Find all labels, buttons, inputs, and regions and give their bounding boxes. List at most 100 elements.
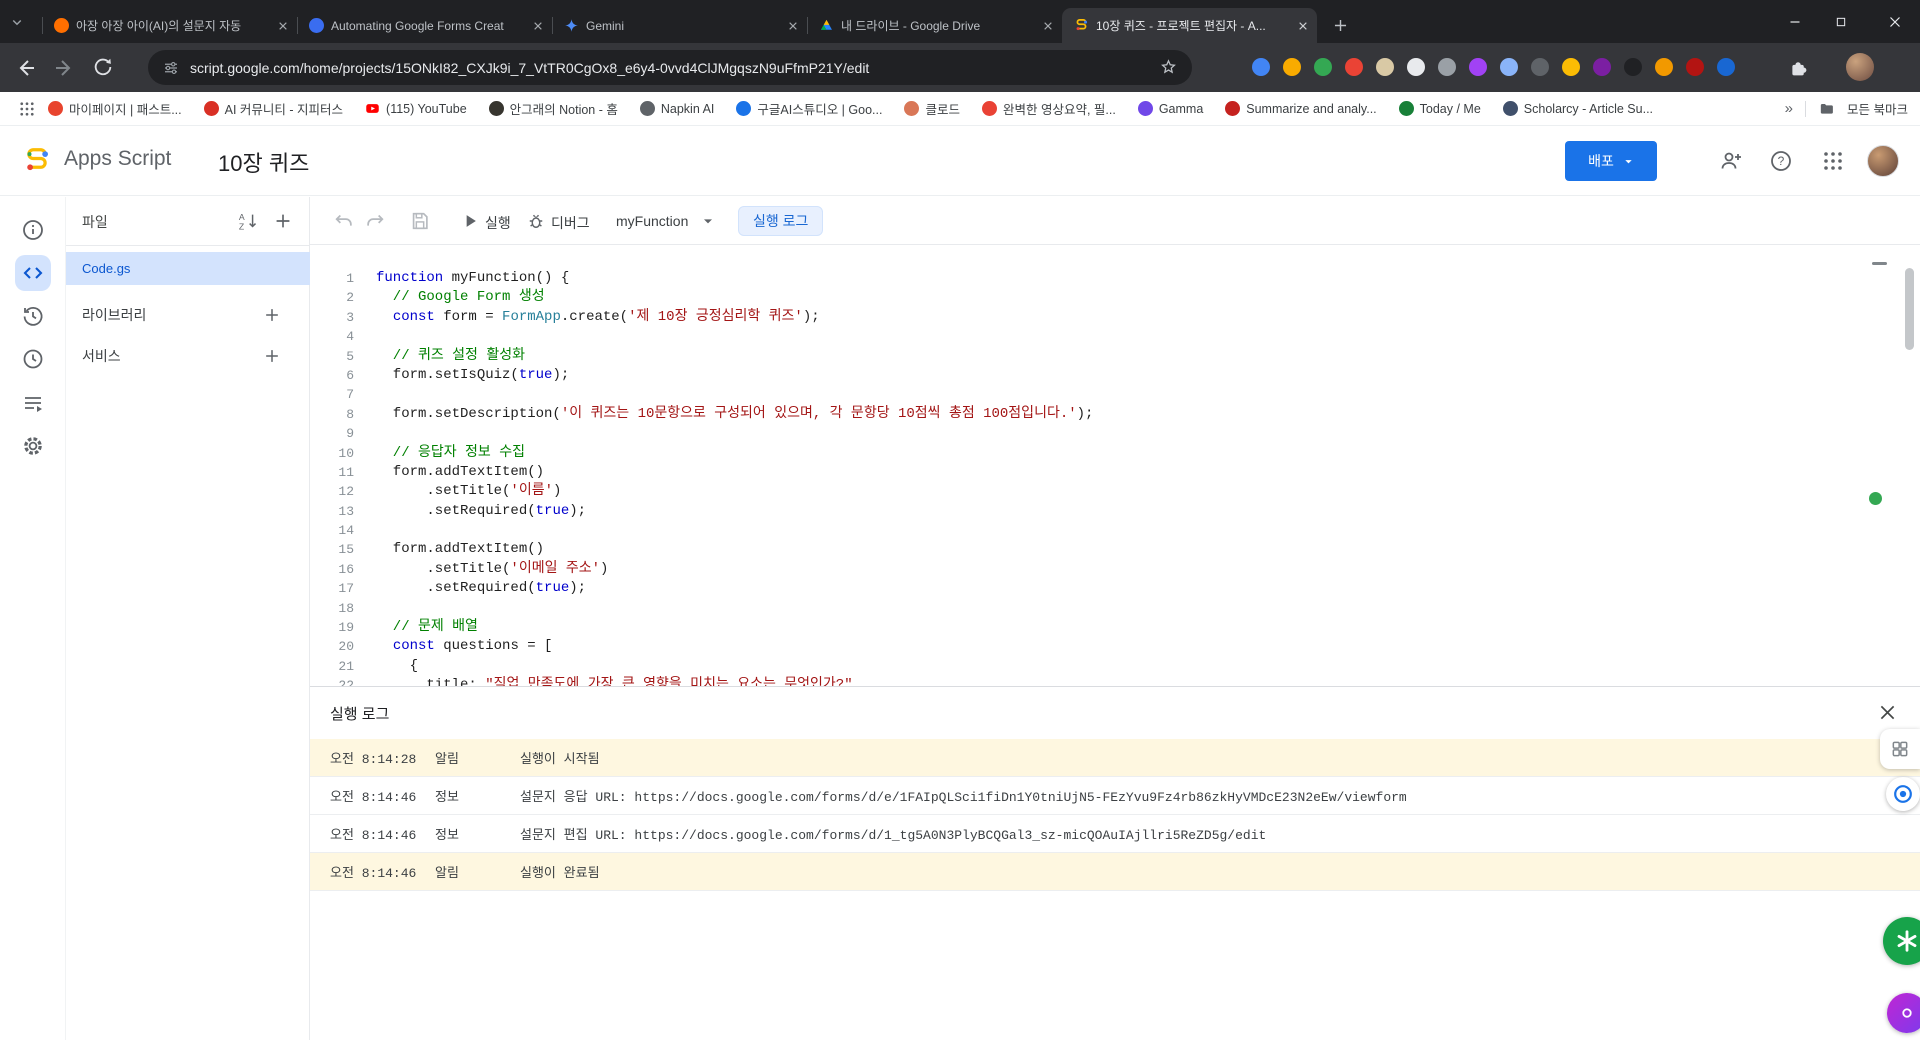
overview-info-icon[interactable] (21, 218, 45, 242)
code-line[interactable]: 22 title: "직업 만족도에 가장 큰 영향을 미치는 요소는 무엇인가… (310, 676, 1920, 686)
extension-icon[interactable] (1655, 58, 1673, 76)
code-line[interactable]: 9 (310, 424, 1920, 443)
line-number[interactable]: 7 (310, 385, 354, 404)
line-number[interactable]: 3 (310, 308, 354, 327)
editor-collapse-icon[interactable] (1872, 262, 1887, 265)
code-line[interactable]: 2 // Google Form 생성 (310, 288, 1920, 307)
line-number[interactable]: 19 (310, 618, 354, 637)
code-line[interactable]: 20 const questions = [ (310, 637, 1920, 656)
tab-search-icon[interactable] (8, 13, 26, 31)
line-number[interactable]: 14 (310, 521, 354, 540)
editor-code-icon[interactable] (21, 261, 45, 285)
code-line[interactable]: 10 // 응답자 정보 수집 (310, 444, 1920, 463)
browser-tab[interactable]: 아장 아장 아이(AI)의 설문지 자동 (42, 8, 297, 43)
line-number[interactable]: 10 (310, 444, 354, 463)
apps-script-logo-icon[interactable] (22, 146, 52, 176)
file-item-codegs[interactable]: Code.gs (66, 252, 310, 285)
extension-icon[interactable] (1438, 58, 1456, 76)
tab-close-icon[interactable] (785, 18, 801, 34)
log-close-icon[interactable] (1877, 702, 1898, 723)
code-line[interactable]: 5 // 퀴즈 설정 활성화 (310, 347, 1920, 366)
extension-icon[interactable] (1407, 58, 1425, 76)
extension-icon[interactable] (1252, 58, 1270, 76)
line-number[interactable]: 16 (310, 560, 354, 579)
address-bar[interactable]: script.google.com/home/projects/15ONkI82… (148, 50, 1192, 85)
account-avatar[interactable] (1867, 145, 1899, 177)
bookmark-item[interactable]: (115) YouTube (365, 101, 467, 116)
line-number[interactable]: 13 (310, 502, 354, 521)
add-file-icon[interactable] (272, 210, 294, 232)
code-line[interactable]: 6 form.setIsQuiz(true); (310, 366, 1920, 385)
editor-scrollbar-thumb[interactable] (1905, 268, 1914, 350)
extension-icon[interactable] (1531, 58, 1549, 76)
all-bookmarks-label[interactable]: 모든 북마크 (1847, 99, 1908, 118)
run-play-icon[interactable] (460, 211, 482, 233)
deploy-button[interactable]: 배포 (1565, 141, 1657, 181)
project-history-icon[interactable] (21, 304, 45, 328)
browser-tab[interactable]: 10장 퀴즈 - 프로젝트 편집자 - A... (1062, 8, 1317, 43)
url-text[interactable]: script.google.com/home/projects/15ONkI82… (190, 60, 1159, 76)
extension-icon[interactable] (1686, 58, 1704, 76)
code-line[interactable]: 13 .setRequired(true); (310, 502, 1920, 521)
code-line[interactable]: 19 // 문제 배열 (310, 618, 1920, 637)
app-name[interactable]: Apps Script (64, 147, 171, 171)
line-number[interactable]: 21 (310, 657, 354, 676)
project-title[interactable]: 10장 퀴즈 (218, 146, 309, 178)
execution-log-toggle[interactable]: 실행 로그 (738, 206, 824, 236)
code-line[interactable]: 14 (310, 521, 1920, 540)
browser-tab[interactable]: Automating Google Forms Creat (297, 8, 552, 43)
code-line[interactable]: 18 (310, 599, 1920, 618)
reload-icon[interactable] (92, 56, 116, 80)
save-icon[interactable] (409, 210, 431, 232)
line-number[interactable]: 22 (310, 676, 354, 686)
line-number[interactable]: 18 (310, 599, 354, 618)
extension-icon[interactable] (1593, 58, 1611, 76)
extension-icon[interactable] (1345, 58, 1363, 76)
code-line[interactable]: 12 .setTitle('이름') (310, 482, 1920, 501)
browser-profile-avatar[interactable] (1846, 53, 1874, 81)
floating-extension-icon[interactable] (1886, 777, 1920, 811)
executions-list-icon[interactable] (21, 392, 45, 416)
function-caret-down-icon[interactable] (700, 213, 722, 235)
tab-close-icon[interactable] (1295, 18, 1311, 34)
debug-button[interactable]: 디버그 (551, 213, 590, 233)
line-number[interactable]: 8 (310, 405, 354, 424)
line-number[interactable]: 9 (310, 424, 354, 443)
project-settings-gear-icon[interactable] (21, 434, 45, 458)
code-line[interactable]: 4 (310, 327, 1920, 346)
bookmark-item[interactable]: 클로드 (904, 99, 960, 118)
window-minimize-button[interactable] (1772, 0, 1818, 43)
bookmark-item[interactable]: Scholarcy - Article Su... (1502, 101, 1653, 116)
line-number[interactable]: 1 (310, 269, 354, 288)
bookmark-star-icon[interactable] (1159, 58, 1178, 77)
sidebar-extension-handle[interactable] (1880, 729, 1920, 769)
bookmark-item[interactable]: 안그래의 Notion - 홈 (488, 99, 618, 118)
bookmarks-overflow-icon[interactable]: » (1785, 100, 1793, 117)
extension-icon[interactable] (1283, 58, 1301, 76)
code-line[interactable]: 21 { (310, 657, 1920, 676)
run-button[interactable]: 실행 (485, 213, 511, 233)
browser-tab[interactable]: Gemini (552, 8, 807, 43)
extension-icon[interactable] (1376, 58, 1394, 76)
bookmark-item[interactable]: 마이페이지 | 패스트... (48, 99, 182, 118)
browser-tab[interactable]: 내 드라이브 - Google Drive (807, 8, 1062, 43)
add-library-icon[interactable] (262, 305, 282, 325)
share-person-add-icon[interactable] (1719, 149, 1743, 173)
code-line[interactable]: 1 function myFunction() { (310, 269, 1920, 288)
tab-close-icon[interactable] (530, 18, 546, 34)
code-line[interactable]: 17 .setRequired(true); (310, 579, 1920, 598)
extension-icon[interactable] (1624, 58, 1642, 76)
code-editor[interactable]: 1 function myFunction() {2 // Google Form… (310, 245, 1920, 686)
extension-icon[interactable] (1562, 58, 1580, 76)
apps-shortcut-icon[interactable] (18, 100, 36, 118)
google-apps-grid-icon[interactable] (1821, 149, 1845, 173)
line-number[interactable]: 2 (310, 288, 354, 307)
services-section[interactable]: 서비스 (66, 339, 310, 373)
debug-bug-icon[interactable] (526, 211, 548, 233)
code-line[interactable]: 15 form.addTextItem() (310, 540, 1920, 559)
bookmark-item[interactable]: Napkin AI (639, 101, 714, 116)
new-tab-button[interactable] (1326, 11, 1354, 39)
help-icon[interactable]: ? (1769, 149, 1793, 173)
undo-icon[interactable] (333, 210, 355, 232)
code-line[interactable]: 8 form.setDescription('이 퀴즈는 10문항으로 구성되어… (310, 405, 1920, 424)
